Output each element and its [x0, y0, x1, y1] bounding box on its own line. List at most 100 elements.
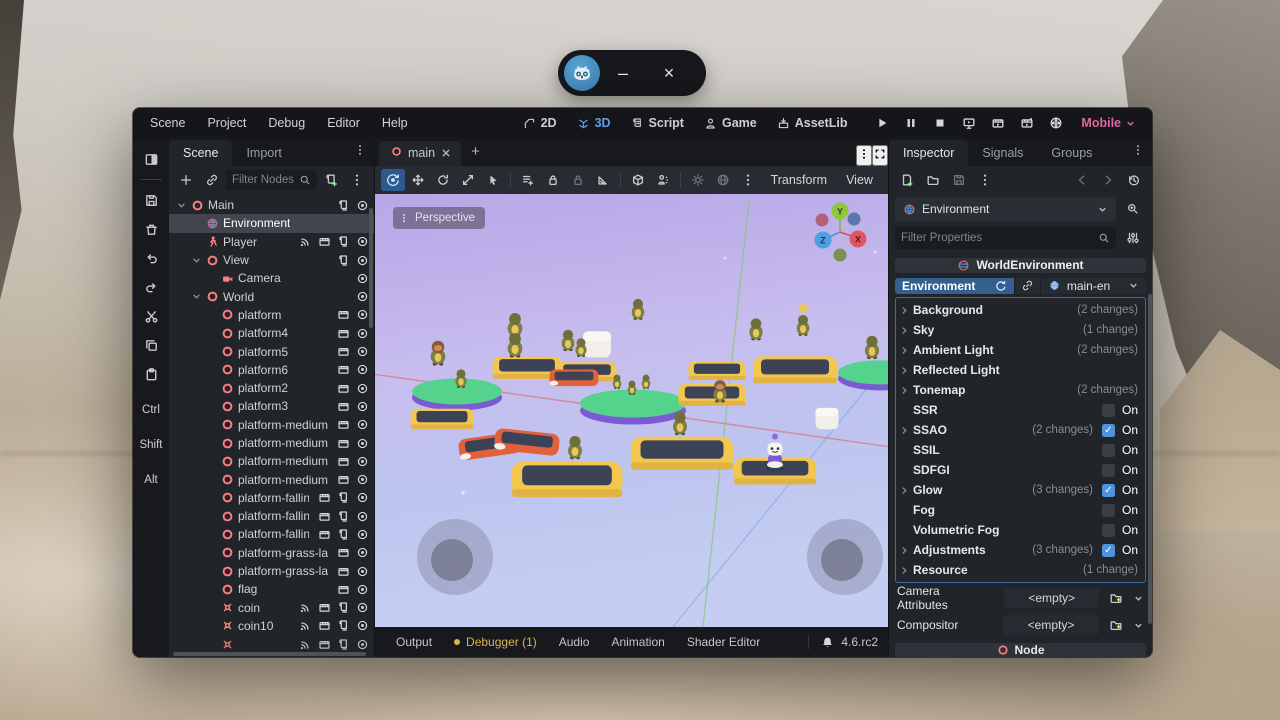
expand-arrow-icon[interactable] [900, 486, 910, 495]
mode-2d-button[interactable]: 2D [515, 113, 565, 133]
paste-button[interactable] [138, 361, 164, 387]
movie-button[interactable] [1045, 112, 1067, 134]
resource-menu-button[interactable] [973, 169, 997, 191]
scene-tree-scrollbar[interactable] [369, 208, 373, 328]
tree-node-clipped[interactable] [169, 635, 374, 653]
tree-node-platform-grass-larg[interactable]: platform-grass-larg [169, 544, 374, 562]
menu-help[interactable]: Help [371, 113, 419, 133]
tree-node-coin[interactable]: coin [169, 599, 374, 617]
pause-button[interactable] [900, 112, 922, 134]
remote-button[interactable] [958, 112, 980, 134]
checkbox-on[interactable]: ✓ [1102, 544, 1115, 557]
attach-script-button[interactable] [319, 169, 343, 191]
save-resource-button[interactable] [947, 169, 971, 191]
inspector-tab-inspector[interactable]: Inspector [889, 140, 968, 166]
scene-tree-menu-button[interactable] [345, 169, 369, 191]
viewport-menu-button[interactable] [736, 169, 760, 191]
tree-node-platform-medium[interactable]: platform-medium [169, 416, 374, 434]
inspector-tabs-menu-button[interactable] [1124, 139, 1152, 166]
eye-icon[interactable] [355, 307, 370, 322]
scene-dock-tabs-menu-button[interactable] [346, 139, 374, 166]
preview-sun-button[interactable] [686, 169, 710, 191]
clapper-icon[interactable] [317, 527, 332, 542]
property-sdfgi[interactable]: SDFGIOn [896, 460, 1145, 480]
axis-gizmo[interactable]: Y Z X [805, 202, 875, 264]
tree-node-view[interactable]: View [169, 251, 374, 269]
scene-dock-tab-scene[interactable]: Scene [169, 140, 232, 166]
minimize-button[interactable]: – [600, 63, 646, 84]
bottom-tab-audio[interactable]: Audio [548, 630, 601, 654]
clapper-icon[interactable] [336, 344, 351, 359]
collapse-arrow-icon[interactable] [190, 292, 202, 301]
tree-node-platform-grass-larg[interactable]: platform-grass-larg [169, 562, 374, 580]
clapper-icon[interactable] [336, 436, 351, 451]
tree-node-platform4[interactable]: platform4 [169, 324, 374, 342]
property-ssil[interactable]: SSILOn [896, 440, 1145, 460]
menu-project[interactable]: Project [196, 113, 257, 133]
eye-icon[interactable] [355, 271, 370, 286]
script-icon[interactable] [336, 234, 351, 249]
property-resource[interactable]: Resource(1 change) [896, 560, 1145, 580]
select-list-button[interactable] [516, 169, 540, 191]
select-tool-button[interactable] [481, 169, 505, 191]
property-tonemap[interactable]: Tonemap(2 changes) [896, 380, 1145, 400]
eye-icon[interactable] [355, 417, 370, 432]
expand-arrow-icon[interactable] [900, 366, 910, 375]
script-icon[interactable] [336, 490, 351, 505]
tree-node-camera[interactable]: Camera [169, 269, 374, 287]
tree-node-environment[interactable]: Environment [169, 214, 374, 232]
eye-icon[interactable] [355, 600, 370, 615]
eye-icon[interactable] [355, 509, 370, 524]
notification-bell-icon[interactable] [821, 636, 834, 649]
eye-icon[interactable] [355, 637, 370, 652]
instance-scene-button[interactable] [200, 169, 224, 191]
load-resource-button[interactable] [1105, 613, 1127, 637]
joystick-knob[interactable] [821, 539, 863, 581]
clapper-icon[interactable] [336, 582, 351, 597]
scene-tree-hscrollbar[interactable] [173, 652, 366, 656]
node-section-header[interactable]: Node [895, 643, 1146, 657]
menu-scene[interactable]: Scene [139, 113, 196, 133]
eye-icon[interactable] [355, 436, 370, 451]
revert-icon[interactable] [994, 279, 1007, 292]
play-button[interactable] [871, 112, 893, 134]
mode-game-button[interactable]: Game [696, 113, 765, 133]
chevron-down-icon[interactable] [1133, 620, 1144, 631]
3d-viewport[interactable]: Perspective Y [375, 194, 888, 627]
clapper-icon[interactable] [317, 490, 332, 505]
checkbox-on[interactable]: ✓ [1102, 424, 1115, 437]
joystick-knob[interactable] [431, 539, 473, 581]
mode-script-button[interactable]: Script [623, 113, 692, 133]
delete-button[interactable] [138, 216, 164, 242]
tree-node-platform2[interactable]: platform2 [169, 379, 374, 397]
new-resource-button[interactable] [895, 169, 919, 191]
bottom-tab-output[interactable]: Output [385, 630, 443, 654]
history-button[interactable] [1122, 169, 1146, 191]
collapse-arrow-icon[interactable] [190, 256, 202, 265]
tree-node-platform-medium2[interactable]: platform-medium2 [169, 434, 374, 452]
eye-icon[interactable] [355, 198, 370, 213]
eye-icon[interactable] [355, 381, 370, 396]
floating-title-bar[interactable]: – × [558, 50, 706, 96]
eye-icon[interactable] [355, 527, 370, 542]
tree-node-player[interactable]: Player [169, 233, 374, 251]
stop-button[interactable] [929, 112, 951, 134]
move-tool-button[interactable] [406, 169, 430, 191]
left-joystick[interactable] [417, 519, 493, 595]
mode-assetlib-button[interactable]: AssetLib [769, 113, 856, 133]
eye-icon[interactable] [355, 490, 370, 505]
scene-tab-main[interactable]: main [379, 141, 461, 166]
signal-icon[interactable] [298, 637, 313, 652]
clapper-icon[interactable] [336, 381, 351, 396]
property-fog[interactable]: FogOn [896, 500, 1145, 520]
clapper-icon[interactable] [336, 399, 351, 414]
bottom-tab-shader-editor[interactable]: Shader Editor [676, 630, 771, 654]
expand-arrow-icon[interactable] [900, 546, 910, 555]
close-button[interactable]: × [646, 63, 692, 84]
inspector-scrollbar[interactable] [1148, 294, 1152, 624]
checkbox-off[interactable] [1102, 464, 1115, 477]
runcurrent-button[interactable] [987, 112, 1009, 134]
resource-value[interactable]: <empty> [1003, 615, 1099, 635]
clapper-icon[interactable] [317, 637, 332, 652]
mode-3d-button[interactable]: 3D [569, 113, 619, 133]
